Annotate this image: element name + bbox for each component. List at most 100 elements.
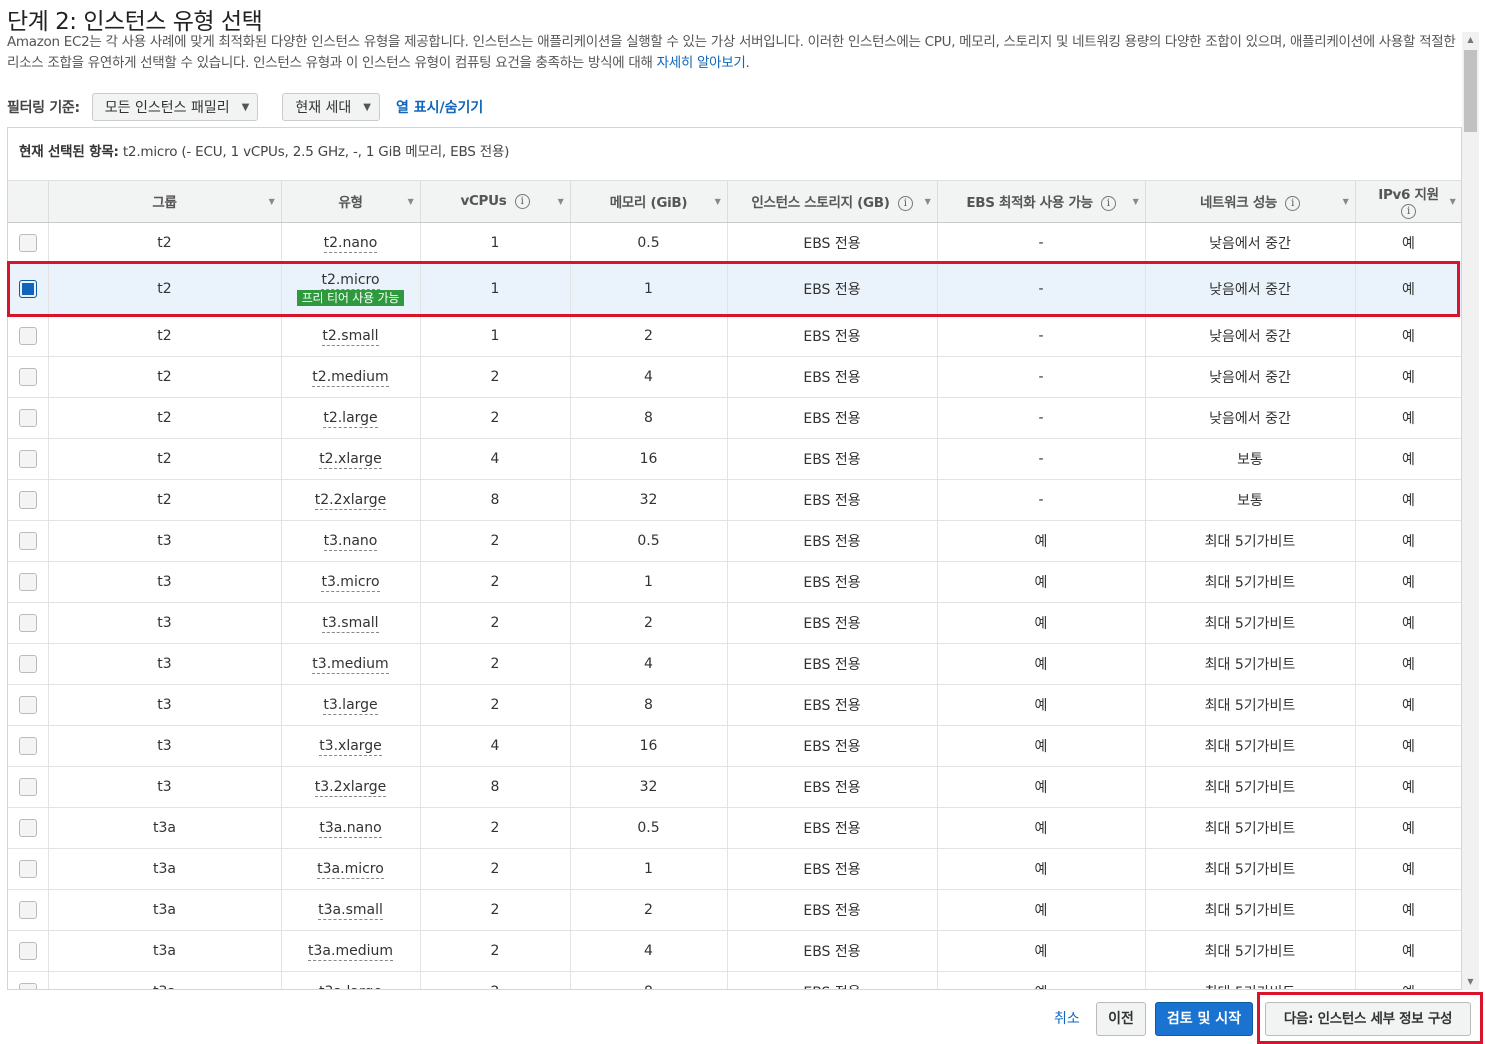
column-header-ipv6[interactable]: IPv6 지원 i ▼ — [1355, 181, 1461, 223]
instance-type-name[interactable]: t3.nano — [323, 532, 378, 551]
review-and-launch-button[interactable]: 검토 및 시작 — [1155, 1002, 1253, 1036]
table-row[interactable]: t3a t3a.nano 2 0.5 EBS 전용 예 최대 5기가비트 예 — [8, 807, 1461, 849]
row-radio[interactable] — [18, 736, 37, 755]
instance-type-name[interactable]: t3a.small — [318, 901, 383, 920]
cancel-link[interactable]: 취소 — [1054, 1008, 1080, 1028]
page-description: Amazon EC2는 각 사용 사례에 맞게 최적화된 다양한 인스턴스 유형… — [7, 32, 1457, 74]
table-row[interactable]: t3a t3a.medium 2 4 EBS 전용 예 최대 5기가비트 예 — [8, 930, 1461, 972]
table-row[interactable]: t2 t2.micro 프리 티어 사용 가능 1 1 EBS 전용 - 낮음에서 중간 예 — [8, 263, 1461, 316]
table-row[interactable]: t3a t3a.micro 2 1 EBS 전용 예 최대 5기가비트 예 — [8, 848, 1461, 890]
instance-type-name[interactable]: t3.micro — [321, 573, 380, 592]
cell-network-performance: 최대 5기가비트 — [1145, 930, 1356, 972]
info-icon[interactable]: i — [1401, 203, 1416, 219]
next-configure-instance-button[interactable]: 다음: 인스턴스 세부 정보 구성 — [1265, 1002, 1471, 1036]
table-header-row: 그룹 ▼ 유형 ▼ vCPUs i ▼ 메모리 (GiB) ▼ 인스턴스 스토리지 (GB… — [8, 181, 1461, 223]
table-row[interactable]: t2 t2.medium 2 4 EBS 전용 - 낮음에서 중간 예 — [8, 356, 1461, 398]
cell-ebs-optimized: 예 — [937, 561, 1146, 603]
column-header-memory[interactable]: 메모리 (GiB) ▼ — [570, 181, 728, 223]
table-row[interactable]: t3a t3a.small 2 2 EBS 전용 예 최대 5기가비트 예 — [8, 889, 1461, 931]
sort-icon: ▼ — [557, 197, 564, 206]
column-header-vcpus[interactable]: vCPUs i ▼ — [420, 181, 571, 223]
instance-type-name[interactable]: t3.xlarge — [319, 737, 382, 756]
instance-type-table: 그룹 ▼ 유형 ▼ vCPUs i ▼ 메모리 (GiB) ▼ 인스턴스 스토리지 (GB… — [8, 181, 1461, 989]
sort-icon: ▼ — [924, 197, 931, 206]
table-row[interactable]: t3 t3.nano 2 0.5 EBS 전용 예 최대 5기가비트 예 — [8, 520, 1461, 562]
sort-icon: ▼ — [1342, 197, 1349, 206]
column-header-group[interactable]: 그룹 ▼ — [48, 181, 282, 223]
table-row[interactable]: t3 t3.micro 2 1 EBS 전용 예 최대 5기가비트 예 — [8, 561, 1461, 603]
instance-type-name[interactable]: t3.medium — [312, 655, 389, 674]
instance-type-name[interactable]: t2.2xlarge — [314, 491, 387, 510]
info-icon[interactable]: i — [514, 193, 530, 209]
row-radio[interactable] — [18, 818, 37, 837]
row-radio[interactable] — [18, 777, 37, 796]
scrollbar-thumb[interactable] — [1464, 50, 1477, 132]
row-radio[interactable] — [18, 613, 37, 632]
column-header-network-performance[interactable]: 네트워크 성능 i ▼ — [1145, 181, 1356, 223]
table-row[interactable]: t3at3a.large28EBS 전용예최대 5기가비트예 — [8, 971, 1461, 989]
row-radio[interactable] — [18, 449, 37, 468]
info-icon[interactable]: i — [1100, 195, 1116, 211]
row-radio[interactable] — [18, 900, 37, 919]
row-radio[interactable] — [18, 859, 37, 878]
row-radio[interactable] — [18, 695, 37, 714]
info-icon[interactable]: i — [897, 195, 913, 211]
row-radio[interactable] — [18, 490, 37, 509]
vertical-scrollbar[interactable]: ▲ ▼ — [1462, 32, 1479, 990]
table-row[interactable]: t2 t2.xlarge 4 16 EBS 전용 - 보통 예 — [8, 438, 1461, 480]
row-radio[interactable] — [18, 941, 37, 960]
instance-type-name[interactable]: t2.large — [323, 409, 378, 428]
table-row[interactable]: t3 t3.xlarge 4 16 EBS 전용 예 최대 5기가비트 예 — [8, 725, 1461, 767]
column-header-instance-storage[interactable]: 인스턴스 스토리지 (GB) i ▼ — [727, 181, 938, 223]
info-icon[interactable]: i — [1285, 195, 1301, 211]
cell-select — [8, 520, 49, 562]
sort-icon: ▼ — [268, 197, 275, 206]
table-row[interactable]: t3 t3.small 2 2 EBS 전용 예 최대 5기가비트 예 — [8, 602, 1461, 644]
instance-type-name[interactable]: t3.large — [323, 696, 378, 715]
row-radio[interactable] — [18, 280, 37, 298]
table-row[interactable]: t2 t2.large 2 8 EBS 전용 - 낮음에서 중간 예 — [8, 397, 1461, 439]
cell-network-performance: 최대 5기가비트 — [1145, 725, 1356, 767]
cell-group: t3a — [48, 889, 282, 931]
previous-button[interactable]: 이전 — [1096, 1002, 1146, 1036]
instance-type-name[interactable]: t2.micro — [321, 272, 380, 290]
instance-type-name[interactable]: t2.small — [322, 327, 379, 346]
select-column-header — [8, 181, 49, 223]
table-row[interactable]: t2 t2.nano 1 0.5 EBS 전용 - 낮음에서 중간 예 — [8, 222, 1461, 264]
table-row[interactable]: t3 t3.2xlarge 8 32 EBS 전용 예 최대 5기가비트 예 — [8, 766, 1461, 808]
column-header-label: 네트워크 성능 — [1199, 195, 1278, 212]
row-radio[interactable] — [18, 367, 37, 386]
instance-type-name[interactable]: t3a.micro — [317, 860, 384, 879]
generation-select[interactable]: 현재 세대 ▼ — [282, 93, 380, 121]
instance-type-name[interactable]: t3a.medium — [308, 942, 393, 961]
cell-ipv6: 예 — [1355, 356, 1461, 398]
row-radio[interactable] — [18, 982, 37, 989]
row-radio[interactable] — [18, 572, 37, 591]
row-radio[interactable] — [18, 233, 37, 252]
instance-family-select[interactable]: 모든 인스턴스 패밀리 ▼ — [91, 93, 259, 121]
row-radio[interactable] — [18, 326, 37, 345]
row-radio[interactable] — [18, 654, 37, 673]
instance-type-name[interactable]: t2.nano — [323, 234, 378, 253]
instance-type-name[interactable]: t2.medium — [312, 368, 389, 387]
learn-more-link[interactable]: 자세히 알아보기 — [657, 55, 746, 71]
instance-type-name[interactable]: t3.2xlarge — [314, 778, 387, 797]
column-header-type[interactable]: 유형 ▼ — [281, 181, 421, 223]
show-hide-columns-link[interactable]: 열 표시/숨기기 — [396, 97, 483, 117]
table-row[interactable]: t2 t2.small 1 2 EBS 전용 - 낮음에서 중간 예 — [8, 315, 1461, 357]
instance-type-name[interactable]: t3a.nano — [319, 819, 382, 838]
scroll-up-icon[interactable]: ▲ — [1462, 32, 1479, 48]
table-row[interactable]: t2 t2.2xlarge 8 32 EBS 전용 - 보통 예 — [8, 479, 1461, 521]
row-radio[interactable] — [18, 531, 37, 550]
instance-type-name[interactable]: t2.xlarge — [319, 450, 382, 469]
cell-instance-storage: EBS 전용 — [727, 356, 938, 398]
cell-memory: 8 — [570, 971, 728, 989]
cell-type: t3.micro — [281, 561, 421, 603]
column-header-ebs-optimized[interactable]: EBS 최적화 사용 가능 i ▼ — [937, 181, 1146, 223]
instance-type-name[interactable]: t3.small — [322, 614, 379, 633]
table-row[interactable]: t3 t3.medium 2 4 EBS 전용 예 최대 5기가비트 예 — [8, 643, 1461, 685]
scroll-down-icon[interactable]: ▼ — [1462, 974, 1479, 990]
row-radio[interactable] — [18, 408, 37, 427]
chevron-down-icon: ▼ — [241, 101, 250, 113]
table-row[interactable]: t3 t3.large 2 8 EBS 전용 예 최대 5기가비트 예 — [8, 684, 1461, 726]
